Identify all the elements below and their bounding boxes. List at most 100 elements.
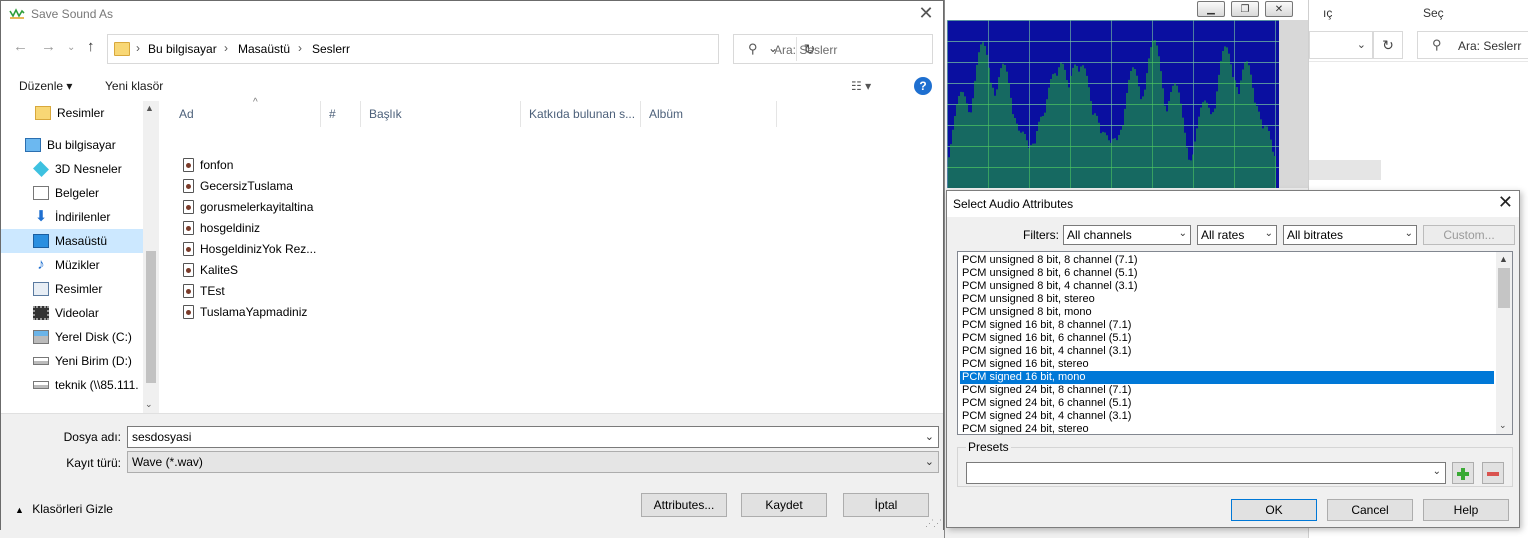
forward-arrow-icon[interactable]: → <box>41 38 56 55</box>
file-row[interactable]: TEst <box>183 280 225 301</box>
nav-item-this-pc[interactable]: Bu bilgisayar <box>1 133 143 157</box>
add-preset-button[interactable] <box>1452 462 1474 484</box>
format-list-item[interactable]: PCM signed 16 bit, stereo <box>960 358 1494 371</box>
folder-icon <box>35 106 51 120</box>
rates-select[interactable]: All rates ⌄ <box>1197 225 1277 245</box>
nav-item-desktop[interactable]: Masaüstü <box>1 229 143 253</box>
format-list-item[interactable]: PCM signed 16 bit, 4 channel (3.1) <box>960 345 1494 358</box>
remove-preset-button[interactable] <box>1482 462 1504 484</box>
cancel-button[interactable]: İptal <box>843 493 929 517</box>
nav-item-videos[interactable]: Videolar <box>1 301 143 325</box>
file-row[interactable]: GecersizTuslama <box>183 175 293 196</box>
music-icon: ♪ <box>37 256 45 273</box>
search-input[interactable]: ⚲ Ara: Seslerr <box>733 34 933 64</box>
format-list[interactable]: PCM unsigned 8 bit, 8 channel (7.1) PCM u… <box>957 251 1513 435</box>
filename-input[interactable]: sesdosyasi ⌄ <box>127 426 939 448</box>
chevron-right-icon: › <box>298 41 302 55</box>
chevron-down-icon[interactable]: ⌄ <box>925 430 934 443</box>
file-row[interactable]: gorusmelerkayitaltina <box>183 196 313 217</box>
bitrates-select[interactable]: All bitrates ⌄ <box>1283 225 1417 245</box>
file-row[interactable]: KaliteS <box>183 259 238 280</box>
format-list-item[interactable]: PCM signed 16 bit, 8 channel (7.1) <box>960 319 1494 332</box>
audio-file-icon <box>183 220 194 235</box>
help-icon[interactable]: ? <box>914 77 932 95</box>
format-list-item[interactable]: PCM signed 24 bit, 8 channel (7.1) <box>960 384 1494 397</box>
file-row[interactable]: HosgeldinizYok Rez... <box>183 238 316 259</box>
nav-item-documents[interactable]: Belgeler <box>1 181 143 205</box>
scroll-up-icon[interactable]: ▲ <box>1499 254 1508 264</box>
download-icon: ⬇ <box>34 208 48 225</box>
scroll-down-icon[interactable]: ⌄ <box>145 399 153 410</box>
help-button[interactable]: Help <box>1423 499 1509 521</box>
save-button[interactable]: Kaydet <box>741 493 827 517</box>
file-name: HosgeldinizYok Rez... <box>200 241 317 256</box>
custom-button[interactable]: Custom... <box>1423 225 1515 245</box>
column-album[interactable]: Albüm <box>641 101 777 127</box>
nav-item-pictures-top[interactable]: Resimler <box>1 101 143 125</box>
file-row[interactable]: hosgeldiniz <box>183 217 260 238</box>
format-list-scrollbar[interactable]: ▲ ⌄ <box>1496 252 1512 434</box>
breadcrumb-this-pc[interactable]: Bu bilgisayar <box>148 42 217 56</box>
channels-select[interactable]: All channels ⌄ <box>1063 225 1191 245</box>
close-icon[interactable]: ✕ <box>915 3 937 23</box>
chevron-down-icon: ⌄ <box>924 456 934 468</box>
column-contributing-artists[interactable]: Katkıda bulunan s... <box>521 101 641 127</box>
format-list-item[interactable]: PCM unsigned 8 bit, mono <box>960 306 1494 319</box>
waveform-plot <box>947 20 1279 188</box>
nav-item-network-drive[interactable]: teknik (\\85.111. <box>1 373 143 397</box>
background-selected-row <box>1309 160 1381 180</box>
file-row[interactable]: TuslamaYapmadiniz <box>183 301 307 322</box>
computer-icon <box>25 138 41 152</box>
address-bar[interactable]: › Bu bilgisayar › Masaüstü › Seslerr ⌄ ↻ <box>107 34 815 64</box>
back-arrow-icon[interactable]: ← <box>13 38 28 55</box>
nav-item-music[interactable]: ♪ Müzikler <box>1 253 143 277</box>
close-icon[interactable]: ✕ <box>1498 192 1513 213</box>
format-list-item[interactable]: PCM signed 24 bit, stereo <box>960 423 1494 434</box>
format-list-item[interactable]: PCM signed 16 bit, mono <box>960 371 1494 384</box>
view-options-icon[interactable]: ☷ ▾ <box>851 79 871 93</box>
scroll-up-icon[interactable]: ▲ <box>145 103 154 113</box>
refresh-icon[interactable]: ↻ <box>1373 31 1403 59</box>
ok-button[interactable]: OK <box>1231 499 1317 521</box>
column-title[interactable]: Başlık <box>361 101 521 127</box>
format-list-item[interactable]: PCM signed 24 bit, 6 channel (5.1) <box>960 397 1494 410</box>
scrollbar-thumb[interactable] <box>1498 268 1510 308</box>
maximize-button[interactable]: ❐ <box>1231 1 1259 17</box>
attr-cancel-button[interactable]: Cancel <box>1327 499 1413 521</box>
nav-item-new-volume-d[interactable]: Yeni Birim (D:) <box>1 349 143 373</box>
preset-select[interactable]: ⌄ <box>966 462 1446 484</box>
nav-item-downloads[interactable]: ⬇ İndirilenler <box>1 205 143 229</box>
up-arrow-icon[interactable]: ↑ <box>87 38 95 55</box>
format-list-item[interactable]: PCM unsigned 8 bit, stereo <box>960 293 1494 306</box>
scrollbar-thumb[interactable] <box>146 251 156 383</box>
filetype-select[interactable]: Wave (*.wav) ⌄ <box>127 451 939 473</box>
format-list-item[interactable]: PCM unsigned 8 bit, 4 channel (3.1) <box>960 280 1494 293</box>
file-row[interactable]: fonfon <box>183 154 233 175</box>
search-placeholder: Ara: Seslerr <box>774 43 838 57</box>
format-list-item[interactable]: PCM unsigned 8 bit, 8 channel (7.1) <box>960 254 1494 267</box>
nav-item-3d-objects[interactable]: 3D Nesneler <box>1 157 143 181</box>
recent-dropdown-icon[interactable]: ⌄ <box>67 42 75 53</box>
breadcrumb-seslerr[interactable]: Seslerr <box>312 42 350 56</box>
minimize-button[interactable]: ▁ <box>1197 1 1225 17</box>
organize-menu[interactable]: Düzenle ▾ <box>19 79 72 93</box>
scroll-down-icon[interactable]: ⌄ <box>1499 420 1507 431</box>
format-list-item[interactable]: PCM unsigned 8 bit, 6 channel (5.1) <box>960 267 1494 280</box>
format-list-item[interactable]: PCM signed 16 bit, 6 channel (5.1) <box>960 332 1494 345</box>
breadcrumb-desktop[interactable]: Masaüstü <box>238 42 290 56</box>
new-folder-button[interactable]: Yeni klasör <box>105 79 163 93</box>
column-number[interactable]: # <box>321 101 361 127</box>
background-search-field[interactable]: ⚲ Ara: Seslerr <box>1417 31 1528 59</box>
resize-grip-icon[interactable]: ⋰⋰ <box>925 518 942 529</box>
column-name[interactable]: ^ Ad <box>171 97 321 127</box>
close-button[interactable]: ✕ <box>1265 1 1293 17</box>
app-waveform-icon <box>9 8 25 19</box>
disk-icon <box>33 330 49 344</box>
format-list-item[interactable]: PCM signed 24 bit, 4 channel (3.1) <box>960 410 1494 423</box>
attributes-button[interactable]: Attributes... <box>641 493 727 517</box>
background-address-field[interactable]: ⌄ <box>1309 31 1373 59</box>
nav-pane-scrollbar[interactable]: ▲ ⌄ <box>143 101 158 413</box>
hide-folders-toggle[interactable]: ▲ Klasörleri Gizle <box>15 502 113 516</box>
nav-item-local-disk-c[interactable]: Yerel Disk (C:) <box>1 325 143 349</box>
nav-item-pictures[interactable]: Resimler <box>1 277 143 301</box>
